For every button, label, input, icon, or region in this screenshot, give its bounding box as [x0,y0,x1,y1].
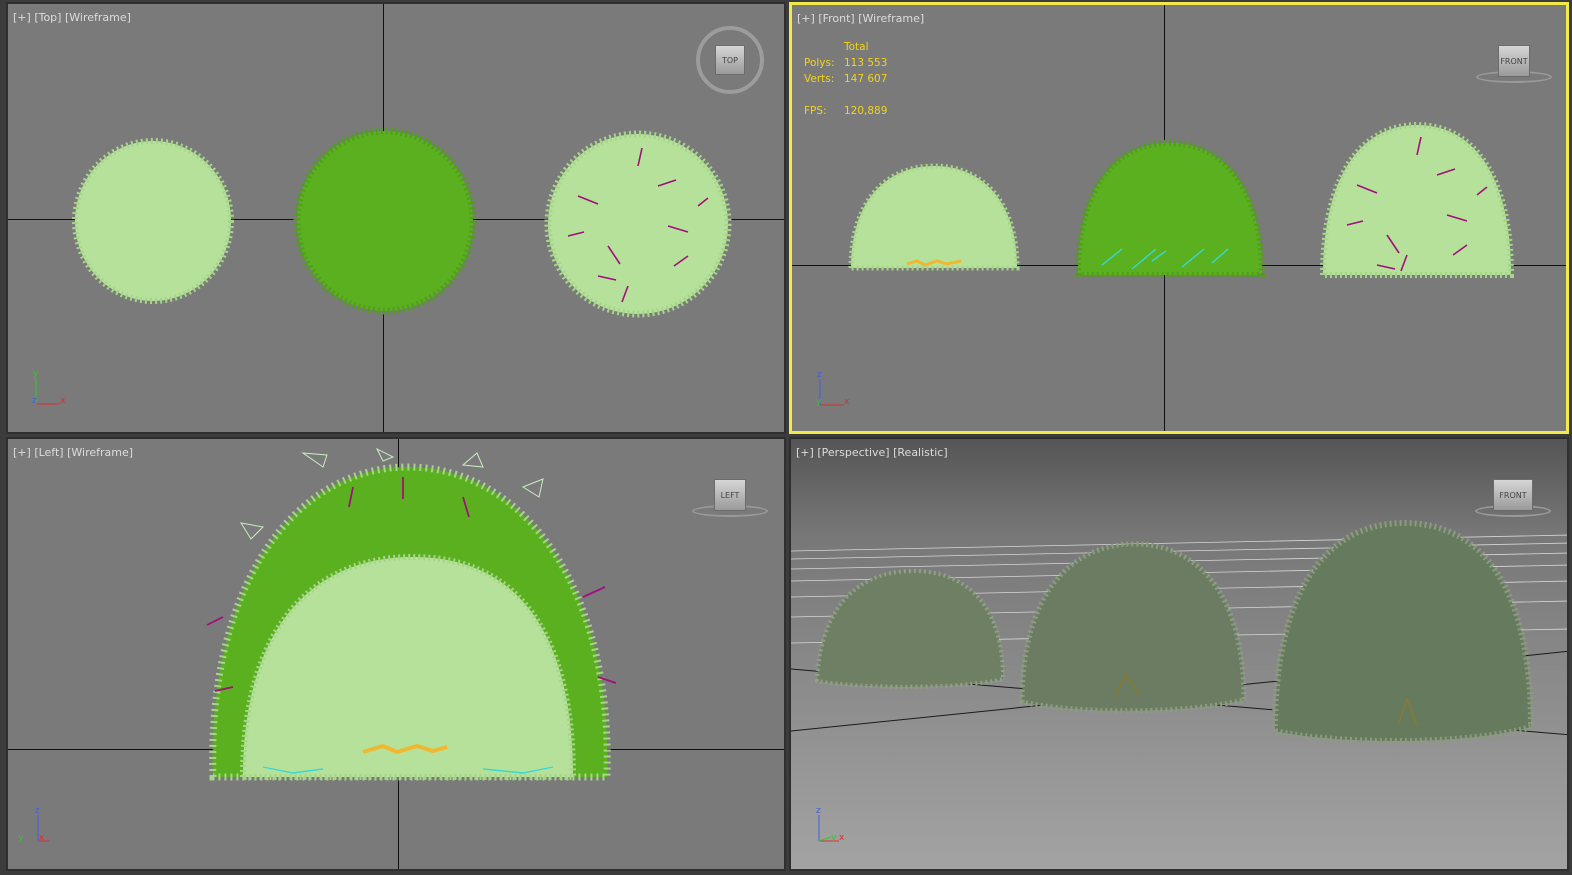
bush-2-realistic[interactable] [1016,534,1251,714]
axis-label-corner: y [18,833,24,843]
stats-fps-value: 120,889 [844,105,888,117]
viewport-point-of-view[interactable]: [Left] [34,446,63,459]
stats-verts-label: Verts: [804,73,835,85]
bush-1-realistic[interactable] [813,561,1008,691]
viewport-menu-plus[interactable]: [+] [797,12,815,25]
axis-label-right: x [839,833,845,843]
axis-label-right: x [60,396,66,406]
axis-label-up: z [35,806,40,816]
stats-polys-value: 113 553 [844,57,888,69]
viewport-statistics: Total Polys: 113 553 Verts: 147 607 FPS: 12… [804,39,887,119]
axis-label-up: y [33,369,39,379]
bush-2-wireframe[interactable] [1072,135,1267,280]
bush-1-wireframe[interactable] [847,160,1022,272]
bush-3-wireframe[interactable] [1317,115,1517,285]
viewport-point-of-view[interactable]: [Top] [34,11,61,24]
bush-1-wireframe[interactable] [63,129,243,314]
viewport-perspective[interactable]: FRONT z x y [+] [Perspective] [Realistic… [789,437,1569,871]
viewport-shading-mode[interactable]: [Wireframe] [65,11,131,24]
viewcube-face-top[interactable]: TOP [715,45,745,75]
viewcube-perspective[interactable]: FRONT [1475,477,1551,521]
viewport-left[interactable]: LEFT z x y [+] [Left] [Wireframe] [6,437,786,871]
viewport-front[interactable]: Total Polys: 113 553 Verts: 147 607 FPS: 12… [789,2,1569,434]
viewport-shading-mode[interactable]: [Realistic] [893,446,948,459]
viewport-shading-mode[interactable]: [Wireframe] [858,12,924,25]
axis-label-right: x [844,397,850,407]
bush-2-wireframe[interactable] [288,122,483,320]
stats-fps-label: FPS: [804,105,827,117]
axis-label-right: x [39,833,45,843]
axis-label-corner: y [816,397,822,407]
axis-label-up: z [817,370,822,380]
bush-3-realistic[interactable] [1269,509,1539,747]
viewcube-top[interactable]: TOP [696,26,764,94]
viewport-point-of-view[interactable]: [Perspective] [817,446,889,459]
axis-gizmo-top: y x z [30,369,80,417]
viewport-point-of-view[interactable]: [Front] [818,12,854,25]
viewport-label-left: [+] [Left] [Wireframe] [13,446,133,459]
viewport-label-perspective: [+] [Perspective] [Realistic] [796,446,948,459]
viewport-menu-plus[interactable]: [+] [796,446,814,459]
viewcube-face-front[interactable]: FRONT [1493,479,1533,511]
viewport-shading-mode[interactable]: [Wireframe] [67,446,133,459]
viewport-menu-plus[interactable]: [+] [13,11,31,24]
viewport-menu-plus[interactable]: [+] [13,446,31,459]
axis-label-up: z [816,806,821,816]
viewcube-face-front[interactable]: FRONT [1498,45,1530,77]
viewcube-front[interactable]: FRONT [1476,43,1552,87]
stats-header: Total [844,41,869,53]
axis-gizmo-perspective: z x y [813,806,863,854]
viewcube-left[interactable]: LEFT [692,477,768,521]
bush-overlapping-wireframe[interactable] [203,447,623,787]
axis-label-corner: y [831,833,837,843]
axis-label-corner: z [32,396,37,406]
viewcube-face-left[interactable]: LEFT [714,479,746,511]
axis-gizmo-left: z x y [16,806,66,854]
stats-polys-label: Polys: [804,57,835,69]
axis-gizmo-front: z x y [814,370,864,418]
viewport-top[interactable]: TOP y x z [+] [Top] [Wireframe] [6,2,786,434]
viewport-label-front: [+] [Front] [Wireframe] [797,12,924,25]
viewport-label-top: [+] [Top] [Wireframe] [13,11,131,24]
bush-3-wireframe[interactable] [538,126,738,326]
stats-verts-value: 147 607 [844,73,888,85]
